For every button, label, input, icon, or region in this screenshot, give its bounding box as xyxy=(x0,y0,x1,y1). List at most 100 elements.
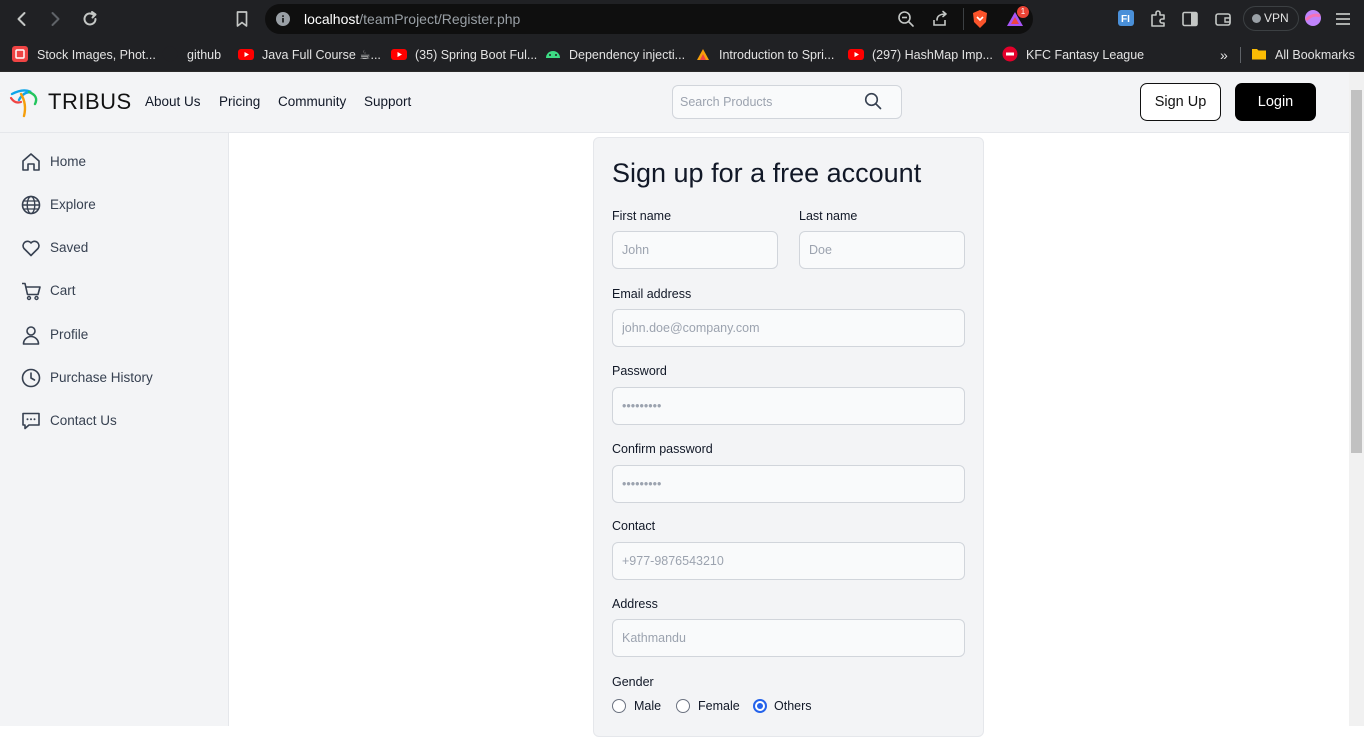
site-logo-text[interactable]: TRIBUS xyxy=(48,89,132,115)
site-info-icon[interactable] xyxy=(276,12,290,31)
chat-icon xyxy=(20,410,42,432)
sidebar-item-profile[interactable]: Profile xyxy=(20,324,220,348)
extension-fi-icon[interactable]: FI xyxy=(1117,9,1137,29)
gender-radio-others[interactable] xyxy=(753,699,767,713)
gender-radio-male[interactable] xyxy=(612,699,626,713)
email-field[interactable] xyxy=(612,309,965,347)
tribus-logo-icon[interactable] xyxy=(9,86,43,123)
page-scrollbar[interactable] xyxy=(1349,72,1364,726)
sidebar-item-explore[interactable]: Explore xyxy=(20,194,220,218)
sidebar-toggle-icon[interactable] xyxy=(1180,9,1200,29)
bookmark-item[interactable]: github xyxy=(187,46,221,64)
signup-button[interactable]: Sign Up xyxy=(1140,83,1221,121)
last-name-label: Last name xyxy=(799,209,858,223)
sidebar-item-label: Explore xyxy=(50,197,96,212)
sidebar-item-home[interactable]: Home xyxy=(20,151,220,175)
url-path: /teamProject/Register.php xyxy=(359,11,521,27)
sidebar-item-purchase-history[interactable]: Purchase History xyxy=(20,367,220,391)
bookmarks-bar: Stock Images, Phot... github Java Full C… xyxy=(0,38,1364,72)
search-icon[interactable] xyxy=(864,92,882,110)
share-icon[interactable] xyxy=(931,10,949,33)
bookmark-icon[interactable] xyxy=(232,9,252,29)
email-label: Email address xyxy=(612,287,692,301)
first-name-field[interactable] xyxy=(612,231,778,269)
bookmark-item[interactable]: (35) Spring Boot Ful... xyxy=(415,46,537,64)
vpn-status-icon xyxy=(1252,14,1261,23)
url-text: localhost/teamProject/Register.php xyxy=(304,11,520,27)
sidebar-item-contact-us[interactable]: Contact Us xyxy=(20,410,220,434)
all-bookmarks-button[interactable]: All Bookmarks xyxy=(1275,46,1355,64)
sidebar-item-saved[interactable]: Saved xyxy=(20,237,220,261)
reload-icon[interactable] xyxy=(80,9,100,29)
bookmark-item[interactable]: Stock Images, Phot... xyxy=(37,46,156,64)
bookmark-item[interactable]: Java Full Course ☕... xyxy=(262,46,381,64)
gender-label: Gender xyxy=(612,675,654,689)
svg-text:FI: FI xyxy=(1121,14,1130,25)
nav-support[interactable]: Support xyxy=(364,94,411,109)
sidebar-item-label: Contact Us xyxy=(50,413,117,428)
sidebar-item-label: Saved xyxy=(50,240,89,255)
page-title: Sign up for a free account xyxy=(612,158,922,188)
address-field[interactable] xyxy=(612,619,965,657)
signup-card: Sign up for a free account First name La… xyxy=(593,137,984,737)
user-icon xyxy=(20,324,42,346)
password-field[interactable] xyxy=(612,387,965,425)
sidebar-item-cart[interactable]: Cart xyxy=(20,280,220,304)
gender-option-label: Others xyxy=(774,699,812,713)
bookmark-item[interactable]: Dependency injecti... xyxy=(569,46,685,64)
profile-avatar-icon[interactable] xyxy=(1304,9,1324,29)
brave-shield-icon[interactable] xyxy=(971,9,989,34)
youtube-icon xyxy=(238,46,254,62)
nav-community[interactable]: Community xyxy=(278,94,346,109)
password-label: Password xyxy=(612,364,667,378)
url-host: localhost xyxy=(304,11,360,27)
more-bookmarks-icon[interactable]: » xyxy=(1220,46,1228,64)
address-bar[interactable]: localhost/teamProject/Register.php 1 xyxy=(265,4,1033,34)
triangle-logo-icon xyxy=(695,46,711,62)
clock-icon xyxy=(20,367,42,389)
folder-icon xyxy=(1251,46,1267,62)
forward-icon[interactable] xyxy=(45,9,65,29)
image-stock-icon xyxy=(12,46,28,62)
contact-field[interactable] xyxy=(612,542,965,580)
confirm-password-field[interactable] xyxy=(612,465,965,503)
address-label: Address xyxy=(612,597,658,611)
vpn-label: VPN xyxy=(1264,11,1289,25)
gender-option-label: Male xyxy=(634,699,662,713)
github-icon xyxy=(162,46,178,62)
youtube-icon xyxy=(391,46,407,62)
kfc-icon xyxy=(1002,46,1018,62)
bookmark-item[interactable]: Introduction to Spri... xyxy=(719,46,834,64)
bookmark-item[interactable]: KFC Fantasy League xyxy=(1026,46,1144,64)
last-name-field[interactable] xyxy=(799,231,965,269)
extensions-puzzle-icon[interactable] xyxy=(1148,9,1168,29)
search-input[interactable] xyxy=(680,93,860,111)
nav-pricing[interactable]: Pricing xyxy=(219,94,260,109)
vpn-button[interactable]: VPN xyxy=(1243,6,1299,31)
gender-radio-female[interactable] xyxy=(676,699,690,713)
back-icon[interactable] xyxy=(12,9,32,29)
brave-rewards-icon[interactable]: 1 xyxy=(1005,6,1029,34)
zoom-icon[interactable] xyxy=(897,10,915,33)
heart-icon xyxy=(20,237,42,259)
sidebar-item-label: Home xyxy=(50,154,87,169)
scrollbar-thumb[interactable] xyxy=(1351,90,1362,453)
nav-about-us[interactable]: About Us xyxy=(145,94,201,109)
confirm-password-label: Confirm password xyxy=(612,442,713,456)
gender-option-label: Female xyxy=(698,699,740,713)
android-icon xyxy=(545,46,561,62)
menu-icon[interactable] xyxy=(1333,9,1353,29)
browser-toolbar: localhost/teamProject/Register.php 1 FI … xyxy=(0,0,1364,38)
url-divider xyxy=(963,8,964,30)
cart-icon xyxy=(20,280,42,302)
login-button[interactable]: Login xyxy=(1235,83,1316,121)
sidebar: Home Explore Saved Cart Profile Purchase… xyxy=(0,133,229,726)
sidebar-item-label: Cart xyxy=(50,283,76,298)
site-header: TRIBUS About Us Pricing Community Suppor… xyxy=(0,72,1349,133)
first-name-label: First name xyxy=(612,209,672,223)
bookmark-item[interactable]: (297) HashMap Imp... xyxy=(872,46,993,64)
globe-icon xyxy=(20,194,42,216)
sidebar-item-label: Purchase History xyxy=(50,370,153,385)
wallet-icon[interactable] xyxy=(1213,9,1233,29)
notification-badge: 1 xyxy=(1017,6,1029,18)
